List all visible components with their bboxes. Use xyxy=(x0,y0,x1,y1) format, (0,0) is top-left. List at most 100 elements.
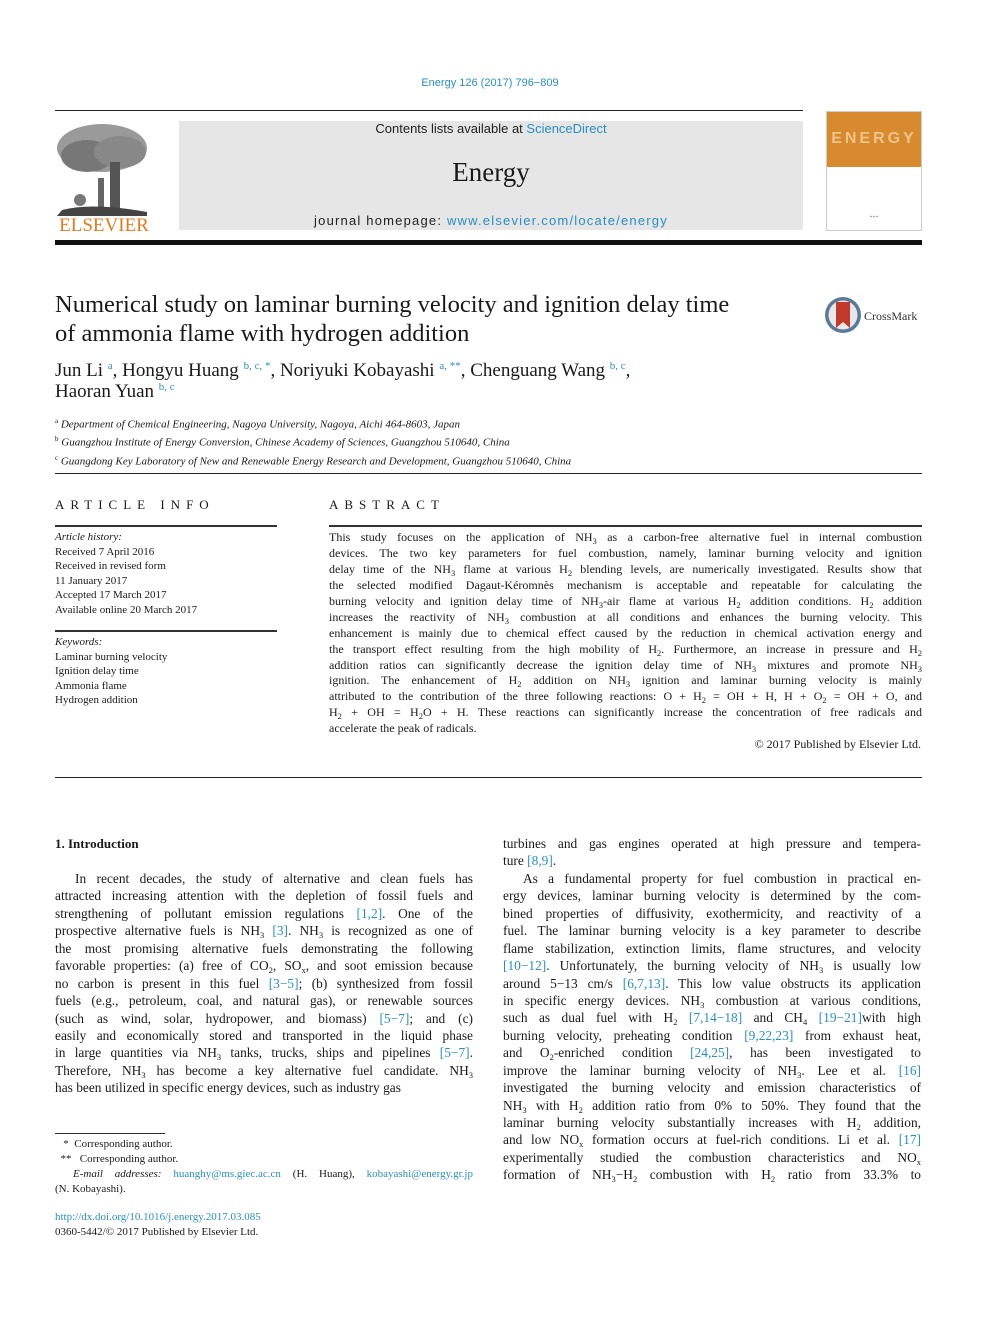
text-line: such as dual fuel with H2 [7,14−18] and … xyxy=(503,1010,921,1028)
keyword-item: Ammonia flame xyxy=(55,679,127,692)
sciencedirect-link[interactable]: ScienceDirect xyxy=(526,121,606,136)
article-title: Numerical study on laminar burning veloc… xyxy=(55,290,815,348)
citation-link[interactable]: [1,2] xyxy=(357,906,383,921)
title-line: Numerical study on laminar burning veloc… xyxy=(55,291,730,318)
text-line: Therefore, NH3 has become a key alternat… xyxy=(55,1062,473,1080)
elsevier-wordmark: ELSEVIER xyxy=(59,215,149,236)
text-line: increases the reactivity of NH3 combusti… xyxy=(329,609,922,626)
text-line: no carbon is present in this fuel [3−5];… xyxy=(55,975,473,991)
header-rule xyxy=(55,110,803,111)
author-name[interactable]: Jun Li xyxy=(55,360,103,381)
citation-link[interactable]: [5−7] xyxy=(440,1045,470,1060)
title-line: of ammonia flame with hydrogen addition xyxy=(55,320,470,347)
keywords-rule xyxy=(55,630,277,632)
text-line: NH3 with H2 addition ratio from 0% to 50… xyxy=(503,1097,921,1115)
journal-name: Energy xyxy=(452,157,530,187)
history-item: Accepted 17 March 2017 xyxy=(55,589,167,601)
abstract-body: This study focuses on the application of… xyxy=(329,530,922,737)
citation-link[interactable]: [24,25] xyxy=(690,1045,729,1060)
text-line: ignition. The enhancement of H2 addition… xyxy=(329,673,922,690)
text-line: improve the laminar burning velocity of … xyxy=(503,1062,921,1080)
email-link-kobayashi[interactable]: kobayashi@energy.gr.jp xyxy=(367,1168,473,1180)
keyword-item: Laminar burning velocity xyxy=(55,650,168,663)
keyword-item: Ignition delay time xyxy=(55,665,139,677)
text-line: fuel. The laminar burning velocity is a … xyxy=(503,923,921,939)
affiliation-key: b xyxy=(55,435,59,444)
citation-link[interactable]: [5−7] xyxy=(379,1011,409,1026)
text-line: and low NOx formation occurs at fuel-ric… xyxy=(503,1132,921,1150)
text-line: devices. The two key parameters for fuel… xyxy=(329,545,922,560)
journal-cover-thumbnail[interactable]: ENERGY ▪ ▪ ▪ xyxy=(826,111,922,231)
affiliation-key: c xyxy=(55,453,59,462)
citation-link[interactable]: [8,9] xyxy=(527,853,553,868)
body-column-right: turbines and gas engines operated at hig… xyxy=(503,835,921,1184)
footnote-rule xyxy=(55,1133,165,1134)
author-name[interactable]: Noriyuki Kobayashi xyxy=(280,360,435,381)
journal-homepage-link[interactable]: www.elsevier.com/locate/energy xyxy=(447,213,668,228)
history-item: Received 7 April 2016 xyxy=(55,545,155,558)
email-link-huang[interactable]: huanghy@ms.giec.ac.cn xyxy=(173,1168,281,1180)
text-line: H2 + OH = H2O + H. These reactions can s… xyxy=(329,705,922,722)
history-label: Article history: xyxy=(55,531,122,543)
text-line: [10−12]. Unfortunately, the burning velo… xyxy=(503,958,921,976)
text-line: attributed to the contribution of the th… xyxy=(329,689,923,706)
citation-link[interactable]: [6,7,13] xyxy=(623,976,665,991)
keyword-item: Hydrogen addition xyxy=(55,694,138,706)
affiliation-text: Guangzhou Institute of Energy Conversion… xyxy=(61,437,510,450)
crossmark-label[interactable]: CrossMark xyxy=(864,309,917,324)
affiliation-item: b Guangzhou Institute of Energy Conversi… xyxy=(55,432,855,450)
doi-link[interactable]: http://dx.doi.org/10.1016/j.energy.2017.… xyxy=(55,1211,261,1223)
author-affiliation-link[interactable]: b, c xyxy=(159,381,175,393)
text-line: and O2-enriched condition [24,25], has b… xyxy=(503,1045,921,1063)
citation-link[interactable]: [17] xyxy=(899,1132,921,1147)
footnote-corresponding-2: ** Corresponding author. xyxy=(55,1152,473,1167)
affiliation-key: a xyxy=(55,417,59,425)
author-name[interactable]: Chenguang Wang xyxy=(470,360,605,381)
crossmark-icon xyxy=(825,297,861,333)
text-line: burning velocity and ignition delay time… xyxy=(329,593,922,610)
email-label: E-mail addresses: xyxy=(73,1168,162,1180)
footnote-text: Corresponding author. xyxy=(74,1138,173,1150)
abstract-copyright: © 2017 Published by Elsevier Ltd. xyxy=(754,737,921,751)
article-info-rule xyxy=(55,525,277,527)
article-info-heading: ARTICLE INFO xyxy=(55,497,215,512)
citation-link[interactable]: [7,14−18] xyxy=(689,1010,742,1025)
text-line: in specific energy devices. NH3 combusti… xyxy=(503,992,921,1010)
journal-citation-link[interactable]: Energy 126 (2017) 796−809 xyxy=(0,77,980,89)
citation-link[interactable]: [10−12] xyxy=(503,958,546,973)
affiliation-text: Guangdong Key Laboratory of New and Rene… xyxy=(60,455,572,468)
elsevier-logo[interactable]: ELSEVIER xyxy=(52,118,156,236)
text-line: has been utilized in specific energy dev… xyxy=(55,1080,401,1096)
citation-link[interactable]: [9,22,23] xyxy=(744,1028,793,1043)
header-thick-rule xyxy=(55,240,922,245)
text-line: the selected modified Dagaut-Kéromnès me… xyxy=(329,577,922,592)
cover-title: ENERGY xyxy=(831,130,917,147)
footnotes: * Corresponding author. ** Corresponding… xyxy=(55,1137,473,1197)
author-name[interactable]: Hongyu Huang xyxy=(122,360,239,381)
abstract-heading: ABSTRACT xyxy=(329,497,445,512)
text-line: turbines and gas engines operated at hig… xyxy=(503,836,921,851)
author-affiliation-link[interactable]: a, ** xyxy=(439,360,460,372)
author-affiliation-link[interactable]: b, c xyxy=(610,360,626,372)
citation-link[interactable]: [16] xyxy=(899,1063,921,1078)
citation-link[interactable]: [19−21] xyxy=(819,1010,862,1025)
keywords-list: Keywords: Laminar burning velocity Ignit… xyxy=(55,635,277,708)
text-line: prospective alternative fuels is NH3 [3]… xyxy=(55,923,473,941)
footnote-text: Corresponding author. xyxy=(79,1153,179,1165)
text-line: in large quantities via NH3 tanks, truck… xyxy=(55,1045,474,1063)
email-owner: (H. Huang), xyxy=(292,1168,355,1180)
body-column-left: In recent decades, the study of alternat… xyxy=(55,870,473,1097)
history-item: 11 January 2017 xyxy=(55,574,128,587)
author-affiliation-link[interactable]: b, c, * xyxy=(244,360,271,372)
footnote-emails: E-mail addresses: huanghy@ms.giec.ac.cn … xyxy=(55,1167,473,1182)
article-history: Article history: Received 7 April 2016 R… xyxy=(55,530,277,617)
citation-link[interactable]: [3] xyxy=(272,923,288,938)
citation-link[interactable]: [3−5] xyxy=(269,976,299,991)
footnote-mark: * xyxy=(63,1138,69,1150)
text-line: addition ratios can significantly decrea… xyxy=(329,657,922,674)
text-line: the transport effect resulting from the … xyxy=(329,641,922,658)
cover-footer: ▪ ▪ ▪ xyxy=(870,215,878,220)
footnote-corresponding-1: * Corresponding author. xyxy=(55,1137,473,1152)
author-name[interactable]: Haoran Yuan xyxy=(55,381,154,402)
text-line: accelerate the peak of radicals. xyxy=(329,721,477,736)
